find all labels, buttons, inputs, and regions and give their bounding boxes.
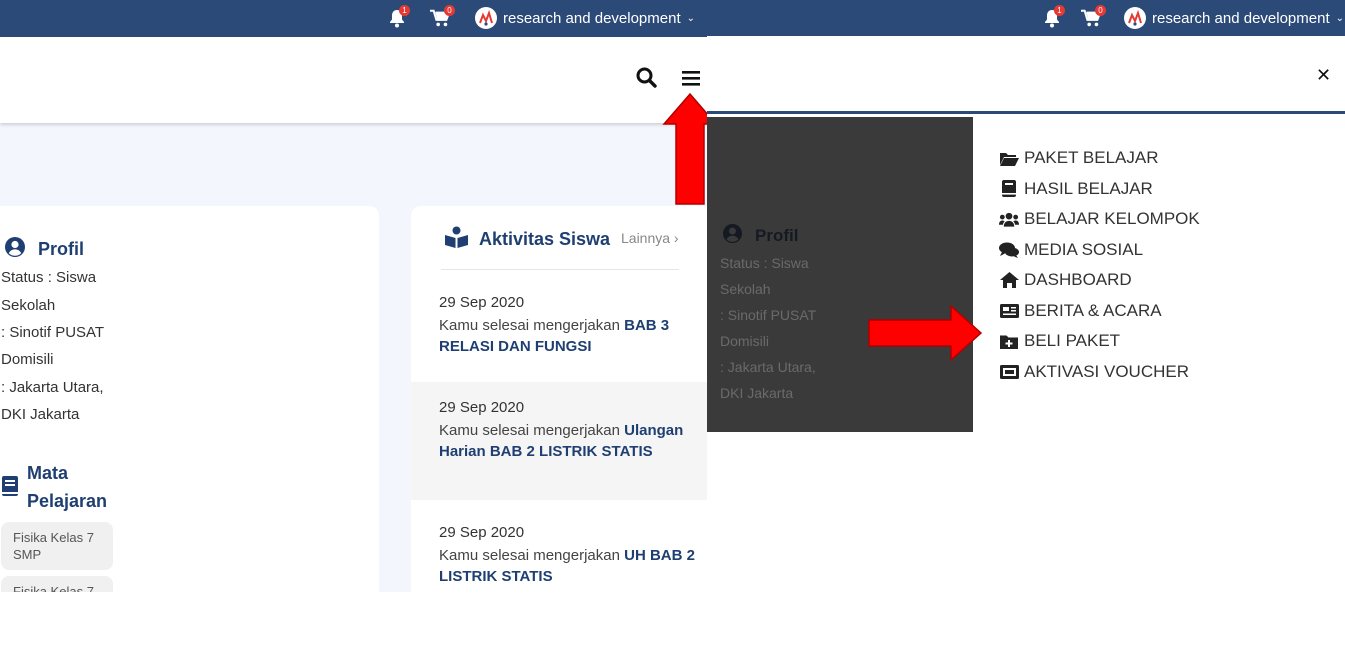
cart-badge: 0 [1095,5,1106,16]
menu-item-paket-belajar[interactable]: PAKET BELAJAR [999,143,1200,174]
activity-item[interactable]: 29 Sep 2020 Kamu selesai mengerjakan Ula… [411,399,707,462]
left-screenshot-panel: 1 0 research and development ⌄ Profil St… [0,0,707,592]
user-circle-icon [722,223,743,249]
menu-item-beli-paket[interactable]: BELI PAKET [999,326,1200,357]
profile-school-label: Sekolah [720,281,771,297]
activity-date: 29 Sep 2020 [439,294,525,311]
activity-date: 29 Sep 2020 [439,524,525,541]
activity-item[interactable]: 29 Sep 2020 Kamu selesai mengerjakan BAB… [411,294,707,357]
folder-open-icon [999,149,1019,167]
menu-header: ✕ [707,36,1345,114]
book-icon [1,475,19,502]
activity-date: 29 Sep 2020 [439,399,525,416]
divider [441,269,679,270]
user-menu[interactable]: research and development ⌄ [1124,0,1344,36]
subjects-heading: Mata Pelajaran [1,459,107,515]
hamburger-menu-button[interactable] [680,69,702,91]
home-icon [999,271,1019,289]
main-navbar [0,37,707,123]
cart-button[interactable]: 0 [1081,0,1106,36]
notification-badge: 1 [399,5,410,16]
chevron-down-icon: ⌄ [1335,12,1345,24]
profile-school-value: : Sinotif PUSAT [720,307,817,323]
comments-icon [999,241,1019,259]
profile-school-label: Sekolah [1,297,56,314]
activity-text: Kamu selesai mengerjakan BAB 3 RELASI DA… [439,317,670,355]
activity-text: Kamu selesai mengerjakan UH BAB 2 LISTRI… [439,547,695,585]
subjects-title-line-2: Pelajaran [27,491,108,511]
hamburger-icon [681,69,701,92]
users-icon [999,210,1019,228]
activity-card: Aktivitas Siswa Lainnya › 29 Sep 2020 Ka… [411,206,707,592]
profile-school-value: : Sinotif PUSAT [1,324,105,341]
avatar [1124,7,1146,29]
activity-text: Kamu selesai mengerjakan Ulangan Harian … [439,422,684,460]
profile-title: Profil [755,226,799,245]
menu-item-belajar-kelompok[interactable]: BELAJAR KELOMPOK [999,204,1200,235]
red-arrow-up-annotation [662,92,707,205]
search-button[interactable] [635,67,657,93]
menu-item-aktivasi-voucher[interactable]: AKTIVASI VOUCHER [999,357,1200,388]
profile-domicile-value-1: : Jakarta Utara, [720,359,816,375]
user-name: research and development [1152,9,1330,27]
notification-button[interactable]: 1 [1042,0,1065,36]
subject-chip[interactable]: Fisika Kelas 7 SMP [1,522,113,570]
subjects-title-line-1: Mata [27,463,69,483]
book-reader-icon [445,226,468,253]
profile-title: Profil [38,239,85,259]
cart-badge: 0 [444,5,455,16]
newspaper-icon [999,302,1019,320]
activity-title: Aktivitas Siswa [479,229,611,249]
top-bar: 1 0 research and development ⌄ [707,0,1345,36]
menu-item-media-sosial[interactable]: MEDIA SOSIAL [999,235,1200,266]
menu-item-hasil-belajar[interactable]: HASIL BELAJAR [999,174,1200,205]
red-arrow-right-annotation [868,304,983,362]
dimmed-page-overlay[interactable]: Profil Status : Siswa Sekolah : Sinotif … [707,117,973,432]
side-menu: PAKET BELAJAR HASIL BELAJAR BELAJAR KELO… [999,143,1200,387]
menu-item-berita-acara[interactable]: BERITA & ACARA [999,296,1200,327]
profile-domicile-value-1: : Jakarta Utara, [1,379,104,396]
avatar [475,7,497,29]
top-bar: 1 0 research and development ⌄ [0,0,707,37]
profile-domicile-value-2: DKI Jakarta [720,385,794,401]
profile-domicile-label: Domisili [720,333,769,349]
search-icon [636,67,657,93]
user-name: research and development [503,9,681,27]
profile-heading: Profil [4,236,84,263]
activity-heading: Aktivitas Siswa [445,226,610,253]
profile-domicile-label: Domisili [1,351,54,368]
notification-button[interactable]: 1 [387,0,410,36]
close-icon[interactable]: ✕ [1316,65,1331,86]
activity-more-link[interactable]: Lainnya › [621,230,679,246]
profile-domicile-value-2: DKI Jakarta [1,406,80,423]
folder-plus-icon [999,332,1019,350]
user-circle-icon [4,236,26,263]
ticket-icon [999,363,1019,381]
chevron-down-icon: ⌄ [686,12,696,24]
user-menu[interactable]: research and development ⌄ [475,0,695,36]
right-screenshot-panel: 1 0 research and development ⌄ ✕ Profil … [707,0,1345,592]
book-icon [999,180,1019,198]
notification-badge: 1 [1054,5,1065,16]
profile-status: Status : Siswa [720,255,809,271]
profile-status: Status : Siswa [1,269,97,286]
profile-heading: Profil [722,223,798,249]
subject-chip[interactable]: Fisika Kelas 7 [1,576,113,592]
activity-item[interactable]: 29 Sep 2020 Kamu selesai mengerjakan UH … [411,524,707,587]
menu-item-dashboard[interactable]: DASHBOARD [999,265,1200,296]
cart-button[interactable]: 0 [430,0,455,36]
